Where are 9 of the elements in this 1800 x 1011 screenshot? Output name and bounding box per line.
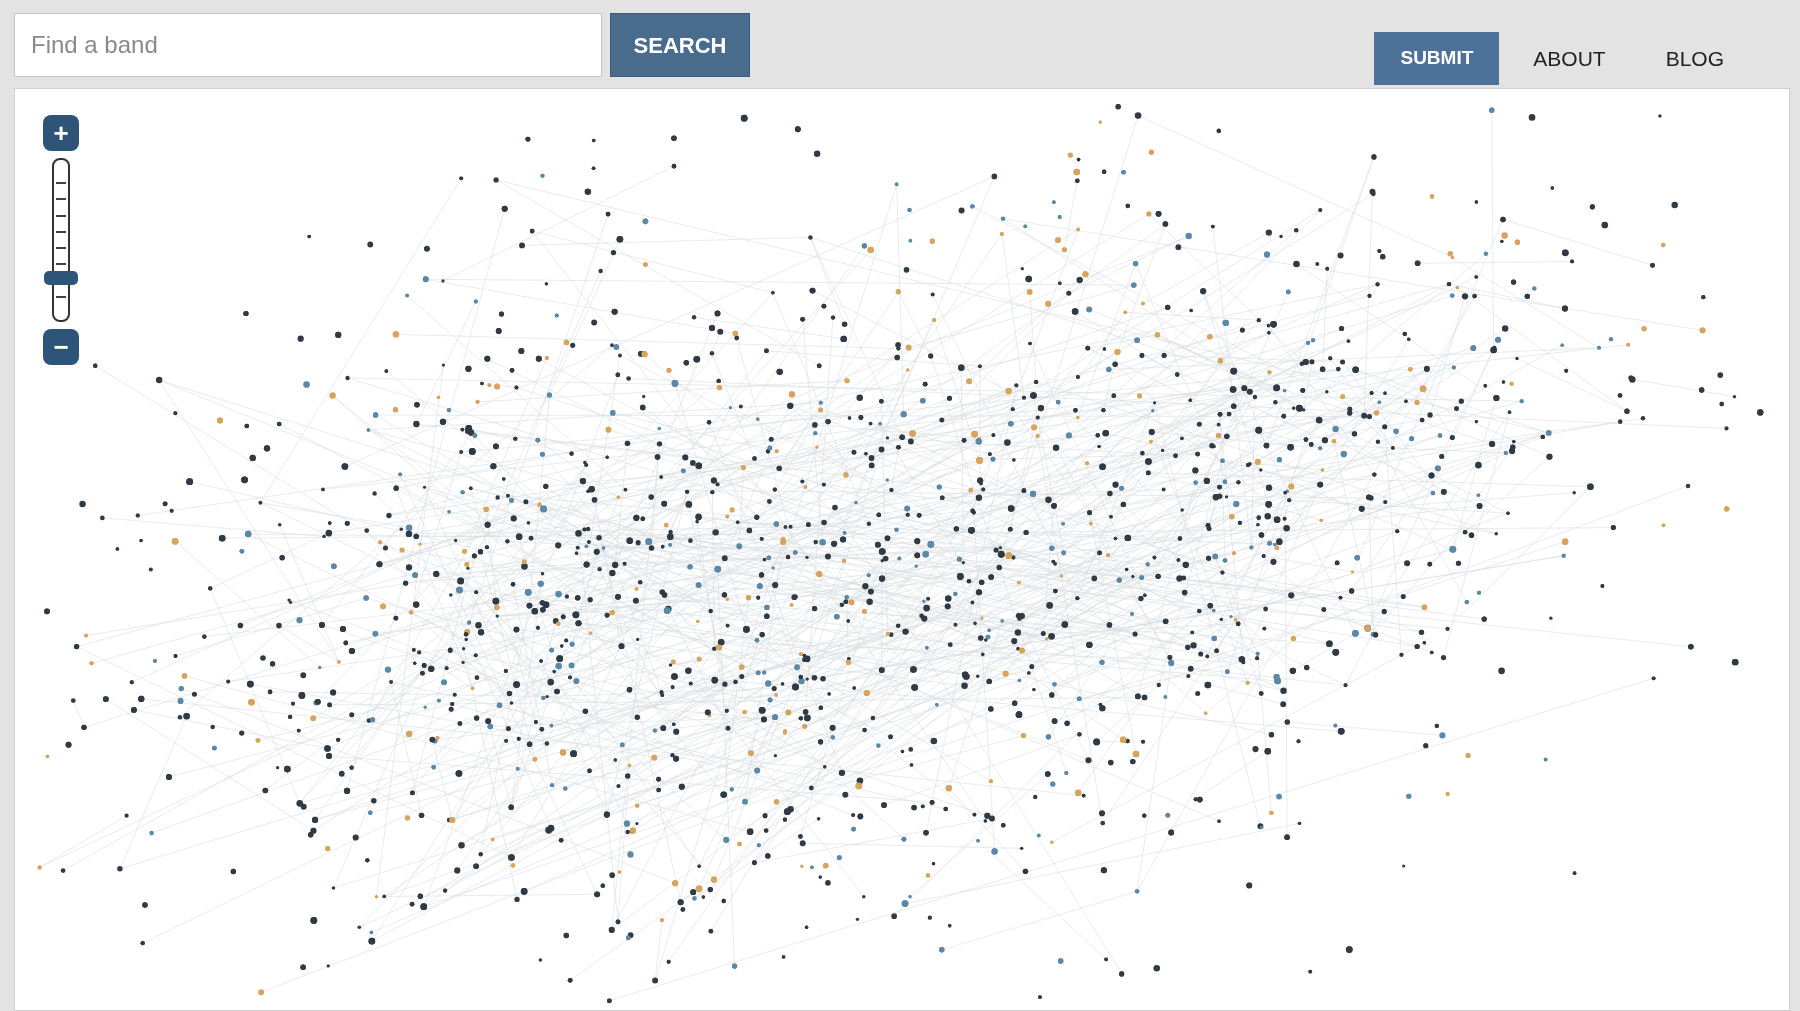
zoom-in-button[interactable]: + (43, 115, 79, 151)
nav-link[interactable]: SUBMIT (1374, 32, 1500, 85)
zoom-slider[interactable] (44, 158, 78, 322)
search-field[interactable]: Find a band (14, 13, 602, 77)
nav-link[interactable]: BLOG (1639, 32, 1750, 85)
zoom-out-button[interactable]: − (43, 329, 79, 365)
zoom-slider-thumb[interactable] (44, 270, 78, 285)
search-button[interactable]: SEARCH (610, 13, 750, 77)
nav-link[interactable]: ABOUT (1507, 32, 1632, 85)
